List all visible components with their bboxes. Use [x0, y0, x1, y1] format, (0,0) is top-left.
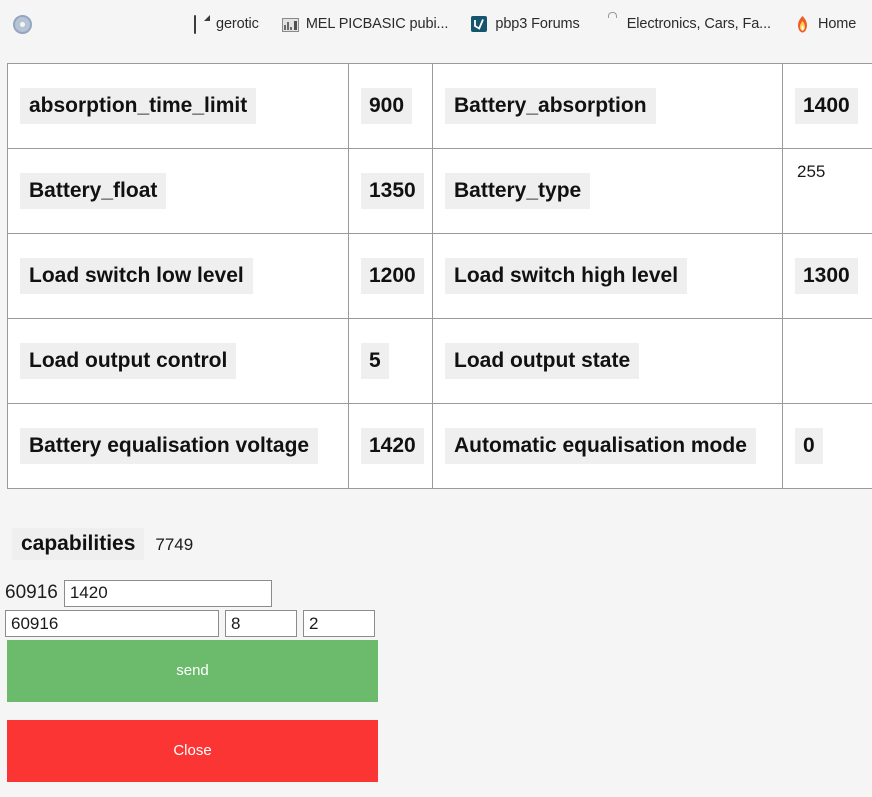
setting-value-cell: 1300: [783, 234, 872, 319]
setting-name-cell: Battery_type: [433, 149, 783, 234]
setting-value-cell: 5: [349, 319, 433, 404]
setting-name-cell: Load switch high level: [433, 234, 783, 319]
bookmark-label: MEL PICBASIC pubi...: [306, 16, 449, 32]
setting-value: 1300: [795, 258, 858, 294]
bookmark-label: Home: [818, 16, 856, 32]
page-content: absorption_time_limit 900 Battery_absorp…: [0, 48, 872, 797]
setting-name-cell: Load output state: [433, 319, 783, 404]
send-button[interactable]: send: [7, 640, 378, 702]
bookmark-item-mel-picbasic[interactable]: MEL PICBASIC pubi...: [276, 12, 455, 37]
setting-value-cell: 0: [783, 404, 872, 489]
setting-value-cell: 1420: [349, 404, 433, 489]
bookmark-label: pbp3 Forums: [495, 16, 579, 32]
table-row: Battery equalisation voltage 1420 Automa…: [8, 404, 872, 489]
setting-label: Battery_absorption: [445, 88, 656, 124]
table-row: Load output control 5 Load output state: [8, 319, 872, 404]
setting-name-cell: Battery_absorption: [433, 64, 783, 149]
setting-name-cell: Load switch low level: [8, 234, 349, 319]
setting-value-cell: 1400: [783, 64, 872, 149]
bookmark-item-home[interactable]: Home: [788, 12, 862, 37]
checkmark-square-icon: [471, 16, 488, 33]
capabilities-value: 7749: [155, 535, 193, 555]
setting-name-cell: Battery_float: [8, 149, 349, 234]
setting-label: Battery_type: [445, 173, 590, 209]
bookmark-label: gerotic: [216, 16, 259, 32]
setting-value: 1200: [361, 258, 424, 294]
modbus-form: 60916 send Close: [0, 578, 872, 782]
setting-value-cell: 1350: [349, 149, 433, 234]
setting-label: Battery_float: [20, 173, 166, 209]
setting-value: 5: [361, 343, 389, 379]
bookmark-label: Electronics, Cars, Fa...: [627, 16, 771, 32]
settings-table: absorption_time_limit 900 Battery_absorp…: [7, 63, 872, 489]
setting-name-cell: Load output control: [8, 319, 349, 404]
close-button[interactable]: Close: [7, 720, 378, 782]
setting-label: Load output state: [445, 343, 639, 379]
address-input[interactable]: [5, 610, 219, 637]
setting-name-cell: Battery equalisation voltage: [8, 404, 349, 489]
length-input[interactable]: [225, 610, 297, 637]
bookmarks-lead: [0, 15, 44, 34]
setting-value-cell: 1200: [349, 234, 433, 319]
table-row: Battery_float 1350 Battery_type 255: [8, 149, 872, 234]
setting-value: 0: [795, 428, 823, 464]
setting-value: 1420: [361, 428, 424, 464]
setting-name-cell: absorption_time_limit: [8, 64, 349, 149]
bookmark-item-gerotic[interactable]: gerotic: [186, 12, 265, 37]
setting-label: Load switch low level: [20, 258, 253, 294]
setting-value: 255: [795, 159, 825, 183]
settings-table-body: absorption_time_limit 900 Battery_absorp…: [8, 64, 872, 489]
bookmark-item-pbp3-forums[interactable]: pbp3 Forums: [465, 12, 585, 37]
disc-icon[interactable]: [13, 15, 32, 34]
form-row-value: 60916: [0, 578, 872, 608]
table-row: Load switch low level 1200 Load switch h…: [8, 234, 872, 319]
register-address-label: 60916: [5, 582, 58, 604]
setting-name-cell: Automatic equalisation mode: [433, 404, 783, 489]
setting-value-cell: 255: [783, 149, 872, 234]
setting-value-cell-empty: [783, 319, 872, 404]
form-row-request: [0, 610, 872, 637]
setting-label: absorption_time_limit: [20, 88, 256, 124]
setting-label: Load output control: [20, 343, 236, 379]
bookmarks-bar: gerotic MEL PICBASIC pubi... pbp3 Forums…: [0, 0, 872, 48]
setting-label: Load switch high level: [445, 258, 687, 294]
bookmark-item-electronics-cars[interactable]: Electronics, Cars, Fa...: [597, 12, 777, 37]
setting-value-cell: 900: [349, 64, 433, 149]
function-code-input[interactable]: [303, 610, 375, 637]
spreadsheet-icon: [282, 16, 299, 33]
flame-icon: [794, 16, 811, 33]
setting-label: Automatic equalisation mode: [445, 428, 756, 464]
setting-value: 1350: [361, 173, 424, 209]
setting-label: Battery equalisation voltage: [20, 428, 318, 464]
capabilities-label: capabilities: [12, 528, 144, 560]
register-value-input[interactable]: [64, 580, 272, 607]
shopping-bag-icon: [603, 16, 620, 33]
capabilities-row: capabilities 7749: [12, 528, 193, 560]
setting-value: 1400: [795, 88, 858, 124]
setting-value: 900: [361, 88, 412, 124]
document-icon: [192, 16, 209, 33]
table-row: absorption_time_limit 900 Battery_absorp…: [8, 64, 872, 149]
